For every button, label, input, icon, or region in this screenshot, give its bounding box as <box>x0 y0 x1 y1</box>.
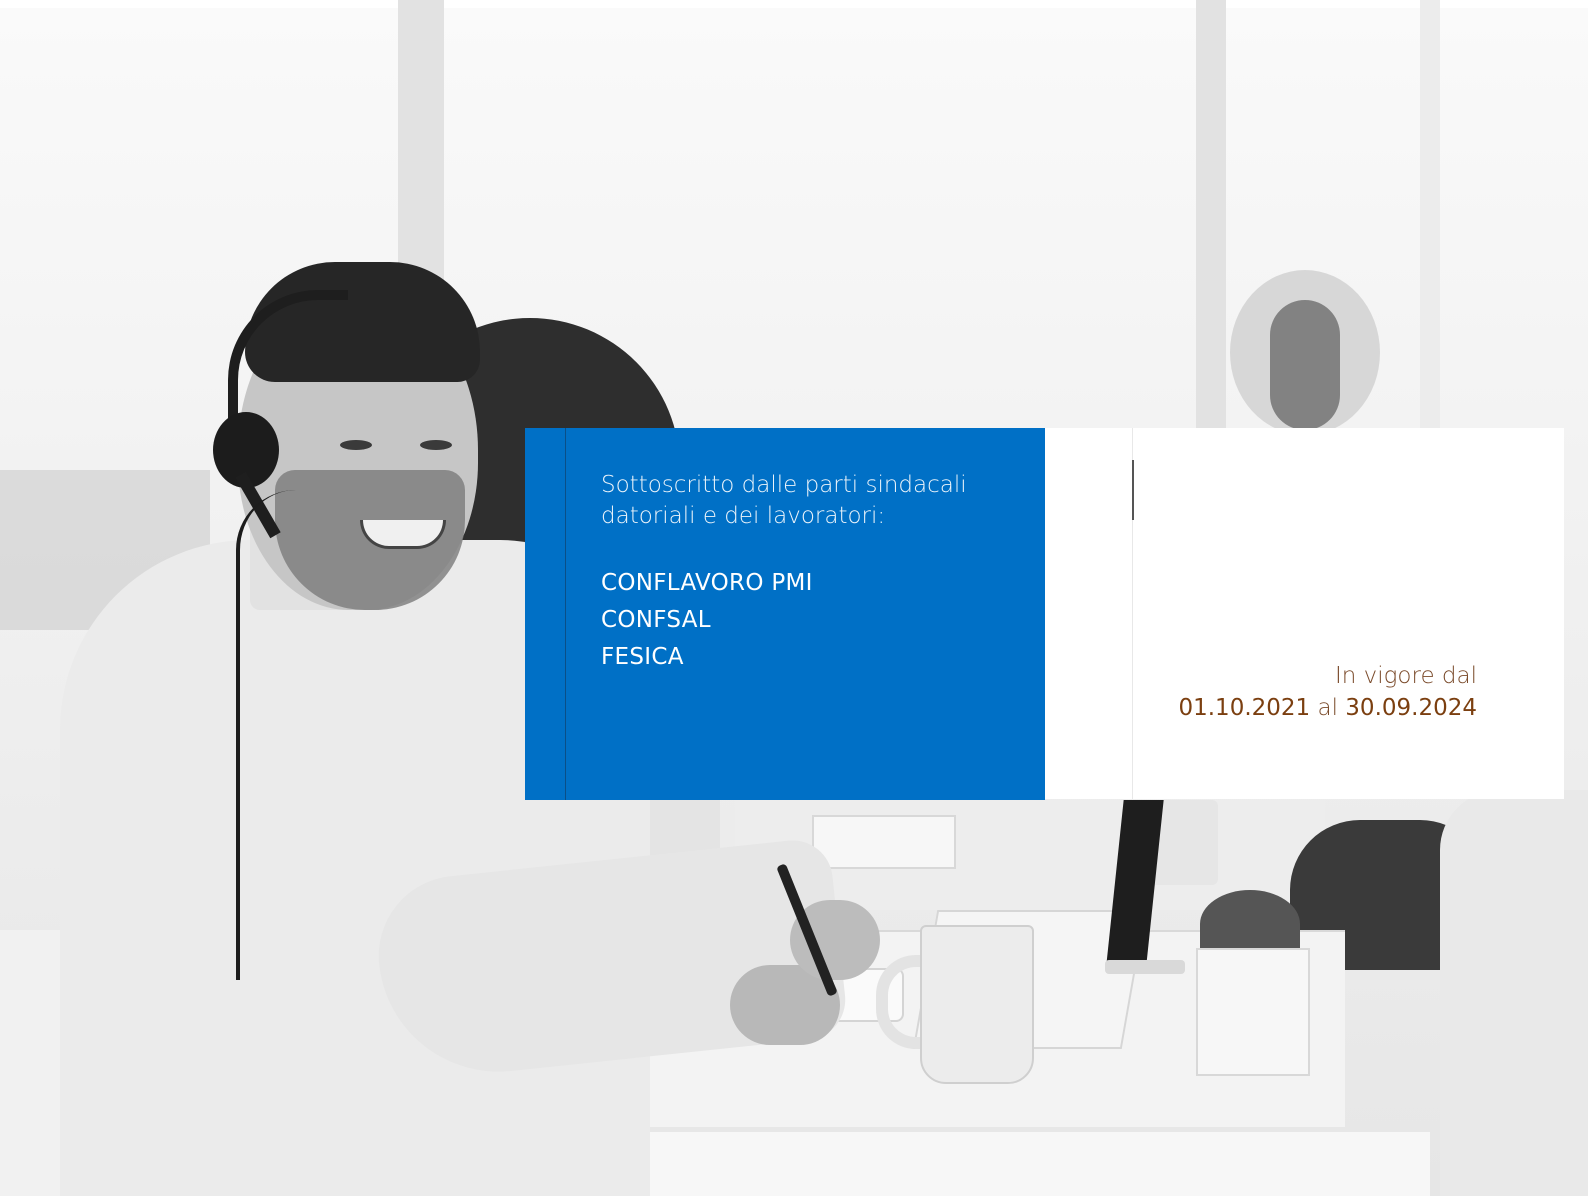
signatories-panel: Sottoscritto dalle parti sindacali dator… <box>525 428 1045 800</box>
panel-divider <box>565 428 566 800</box>
chair <box>1440 790 1588 1196</box>
background-headset <box>1270 300 1340 430</box>
plant-pot <box>1196 948 1310 1076</box>
intro-line: Sottoscritto dalle parti sindacali <box>601 472 967 498</box>
signatory-name: FESICA <box>601 644 684 670</box>
headset-cable <box>236 490 390 980</box>
intro-line: datoriali e dei lavoratori: <box>601 503 886 529</box>
start-date: 01.10.2021 <box>1178 695 1311 721</box>
end-date: 30.09.2024 <box>1345 695 1477 721</box>
panel-accent-line <box>1132 460 1134 520</box>
operator-eye <box>420 440 452 450</box>
coffee-mug <box>920 925 1034 1084</box>
foreground-desk <box>630 1132 1430 1196</box>
signatories-intro: Sottoscritto dalle parti sindacali dator… <box>601 470 1031 532</box>
cover-page: Sottoscritto dalle parti sindacali dator… <box>0 0 1588 1196</box>
date-connector: al <box>1317 695 1338 721</box>
validity-label: In vigore dal <box>1334 663 1477 689</box>
monitor-base <box>1105 960 1185 974</box>
back-keyboard <box>812 815 956 869</box>
validity-period: In vigore dal 01.10.2021 al 30.09.2024 <box>1178 660 1477 724</box>
signatory-name: CONFSAL <box>601 607 711 633</box>
validity-panel: In vigore dal 01.10.2021 al 30.09.2024 <box>1045 428 1564 799</box>
validity-dates: 01.10.2021 al 30.09.2024 <box>1178 692 1477 724</box>
signatory-name: CONFLAVORO PMI <box>601 570 813 596</box>
signatory-list: CONFLAVORO PMI CONFSAL FESICA <box>601 565 1031 676</box>
